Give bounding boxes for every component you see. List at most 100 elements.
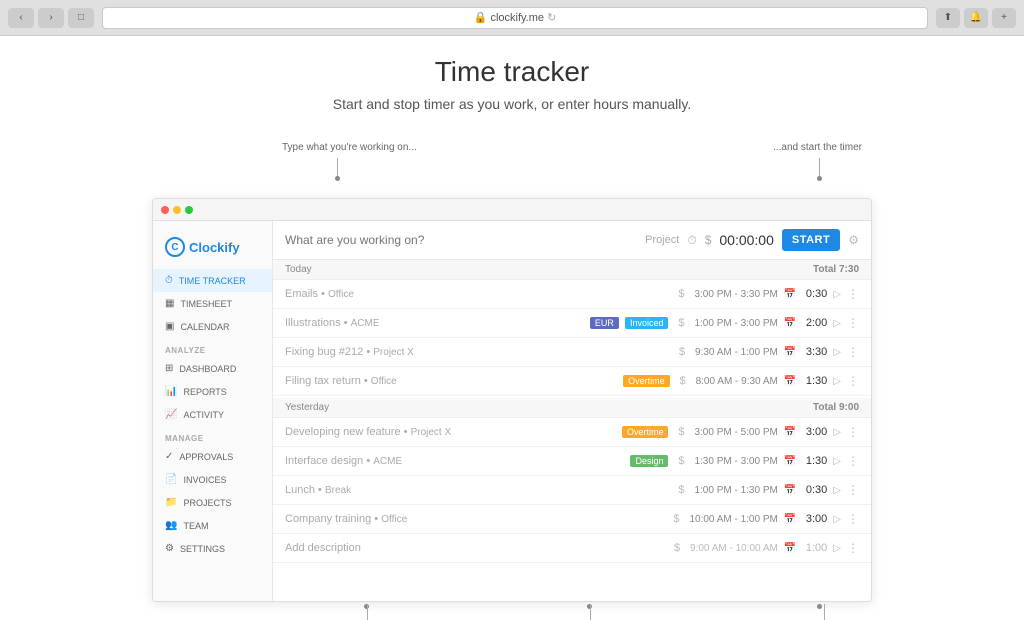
play-icon[interactable]: ▷ — [833, 289, 841, 300]
entry-description: Illustrations • ACME — [285, 317, 584, 329]
calendar-edit-icon[interactable]: 📅 — [784, 347, 796, 358]
page-subtitle: Start and stop timer as you work, or ent… — [0, 96, 1024, 112]
calendar-edit-icon[interactable]: 📅 — [784, 376, 796, 387]
start-button[interactable]: START — [782, 229, 840, 251]
entry-time-range: 1:00 PM - 3:00 PM — [694, 318, 777, 329]
billable-icon[interactable]: $ — [675, 346, 689, 358]
today-label: Today — [285, 264, 312, 275]
sidebar-item-dashboard[interactable]: ⊞ DASHBOARD — [153, 357, 272, 380]
table-row: Company training • Office $ 10:00 AM - 1… — [273, 505, 871, 534]
yesterday-label: Yesterday — [285, 402, 329, 413]
reload-icon: ↻ — [547, 11, 556, 24]
billable-icon[interactable]: $ — [674, 426, 688, 438]
billable-icon[interactable]: $ — [670, 542, 684, 554]
more-icon[interactable]: ⋮ — [847, 345, 859, 359]
team-icon: 👥 — [165, 520, 177, 531]
today-group: Today Total 7:30 Emails • Off — [273, 260, 871, 396]
entry-time-range: 10:00 AM - 1:00 PM — [689, 514, 777, 525]
ann-line-continue — [824, 604, 825, 620]
play-icon[interactable]: ▷ — [833, 456, 841, 467]
calendar-icon: ▣ — [165, 321, 174, 332]
more-icon[interactable]: ⋮ — [847, 316, 859, 330]
calendar-edit-icon[interactable]: 📅 — [784, 485, 796, 496]
manage-section-label: MANAGE — [153, 426, 272, 445]
more-icon[interactable]: ⋮ — [847, 287, 859, 301]
app-mockup: C Clockify ⏱ TIME TRACKER ▦ TIMESHEET — [152, 198, 872, 620]
url-text: clockify.me — [490, 12, 544, 24]
more-icon[interactable]: ⋮ — [847, 512, 859, 526]
play-icon[interactable]: ▷ — [833, 543, 841, 554]
sidebar-item-approvals[interactable]: ✓ APPROVALS — [153, 445, 272, 468]
forward-button[interactable]: › — [38, 8, 64, 28]
play-icon[interactable]: ▷ — [833, 347, 841, 358]
calendar-edit-icon[interactable]: 📅 — [784, 427, 796, 438]
sidebar-item-invoices[interactable]: 📄 INVOICES — [153, 468, 272, 491]
play-icon[interactable]: ▷ — [833, 485, 841, 496]
table-row: Emails • Office $ 3:00 PM - 3:30 PM 📅 0:… — [273, 280, 871, 309]
billable-icon[interactable]: $ — [676, 375, 690, 387]
sidebar-item-reports[interactable]: 📊 REPORTS — [153, 380, 272, 403]
play-icon[interactable]: ▷ — [833, 376, 841, 387]
entry-tag-eur: EUR — [590, 317, 619, 329]
back-button[interactable]: ‹ — [8, 8, 34, 28]
page-title: Time tracker — [0, 56, 1024, 88]
calendar-edit-icon[interactable]: 📅 — [784, 543, 796, 554]
entry-time-range: 8:00 AM - 9:30 AM — [696, 376, 778, 387]
timer-bar: Project ⏱ $ 00:00:00 START ⚙ — [273, 221, 871, 260]
timer-project-selector[interactable]: Project — [645, 234, 679, 246]
ann-line-edit — [367, 604, 368, 620]
calendar-edit-icon[interactable]: 📅 — [784, 456, 796, 467]
entry-tag-invoiced: Invoiced — [625, 317, 669, 329]
sidebar-item-team[interactable]: 👥 TEAM — [153, 514, 272, 537]
billable-icon[interactable]: $ — [674, 317, 688, 329]
billable-icon[interactable]: $ — [674, 455, 688, 467]
sidebar-item-settings[interactable]: ⚙ SETTINGS — [153, 537, 272, 560]
window-button[interactable]: □ — [68, 8, 94, 28]
billable-icon[interactable]: $ — [674, 288, 688, 300]
sidebar-item-timetracker[interactable]: ⏱ TIME TRACKER — [153, 269, 272, 292]
entry-description: Company training • Office — [285, 513, 663, 525]
dashboard-icon: ⊞ — [165, 363, 173, 374]
timer-settings-icon[interactable]: ⚙ — [848, 233, 859, 247]
sidebar-item-projects[interactable]: 📁 PROJECTS — [153, 491, 272, 514]
settings-icon: ⚙ — [165, 543, 174, 554]
maximize-dot — [185, 206, 193, 214]
billable-icon[interactable]: $ — [674, 484, 688, 496]
table-row: Illustrations • ACME EUR Invoiced $ 1:00… — [273, 309, 871, 338]
entry-time-range: 9:00 AM - 10:00 AM — [690, 543, 778, 554]
table-row: Filing tax return • Office Overtime $ 8:… — [273, 367, 871, 396]
play-icon[interactable]: ▷ — [833, 318, 841, 329]
page-content: Time tracker Start and stop timer as you… — [0, 36, 1024, 620]
table-row: Developing new feature • Project X Overt… — [273, 418, 871, 447]
invoices-icon: 📄 — [165, 474, 177, 485]
more-icon[interactable]: ⋮ — [847, 374, 859, 388]
timesheet-icon: ▦ — [165, 298, 174, 309]
sidebar-item-timesheet[interactable]: ▦ TIMESHEET — [153, 292, 272, 315]
calendar-edit-icon[interactable]: 📅 — [784, 318, 796, 329]
more-icon[interactable]: ⋮ — [847, 483, 859, 497]
entry-time-range: 9:30 AM - 1:00 PM — [695, 347, 778, 358]
app-body: C Clockify ⏱ TIME TRACKER ▦ TIMESHEET — [153, 221, 871, 601]
billable-icon[interactable]: $ — [669, 513, 683, 525]
ann-line-billable — [590, 604, 591, 620]
timer-description-input[interactable] — [285, 233, 637, 247]
more-icon[interactable]: ⋮ — [847, 541, 859, 555]
table-row: Add description $ 9:00 AM - 10:00 AM 📅 1… — [273, 534, 871, 563]
calendar-edit-icon[interactable]: 📅 — [784, 289, 796, 300]
play-icon[interactable]: ▷ — [833, 427, 841, 438]
analyze-section-label: ANALYZE — [153, 338, 272, 357]
address-bar[interactable]: 🔒 clockify.me ↻ — [102, 7, 928, 29]
sidebar-item-calendar[interactable]: ▣ CALENDAR — [153, 315, 272, 338]
share-button[interactable]: ⬆ — [936, 8, 960, 28]
play-icon[interactable]: ▷ — [833, 514, 841, 525]
more-icon[interactable]: ⋮ — [847, 454, 859, 468]
calendar-edit-icon[interactable]: 📅 — [784, 514, 796, 525]
notifications-button[interactable]: 🔔 — [964, 8, 988, 28]
today-total: Total 7:30 — [813, 264, 859, 275]
new-tab-button[interactable]: + — [992, 8, 1016, 28]
browser-chrome: ‹ › □ 🔒 clockify.me ↻ ⬆ 🔔 + — [0, 0, 1024, 36]
timer-dollar-icon: $ — [705, 233, 712, 247]
more-icon[interactable]: ⋮ — [847, 425, 859, 439]
reports-icon: 📊 — [165, 386, 177, 397]
sidebar-item-activity[interactable]: 📈 ACTIVITY — [153, 403, 272, 426]
